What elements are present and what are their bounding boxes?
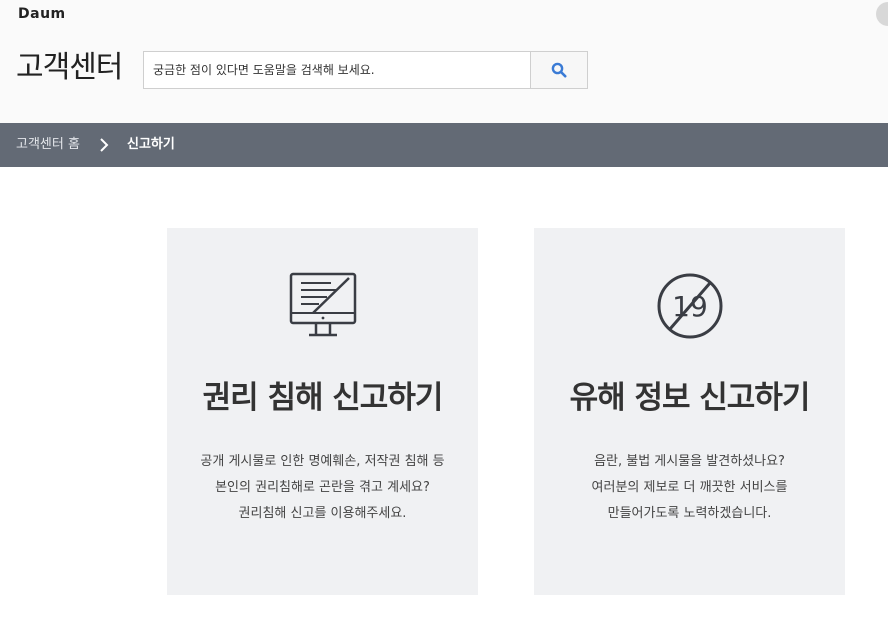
search-bar: [143, 51, 588, 89]
card-title: 유해 정보 신고하기: [569, 380, 811, 416]
search-icon: [551, 62, 567, 78]
rights-infringement-report-card[interactable]: 권리 침해 신고하기 공개 게시물로 인한 명예훼손, 저작권 침해 등 본인의…: [167, 228, 478, 595]
card-description-line: 만들어가도록 노력하겠습니다.: [607, 506, 772, 521]
harmful-content-report-card[interactable]: 19 유해 정보 신고하기 음란, 불법 게시물을 발견하셨나요? 여러분의 제…: [534, 228, 845, 595]
user-avatar[interactable]: [876, 2, 888, 26]
card-title: 권리 침해 신고하기: [202, 380, 444, 416]
chevron-right-icon: [100, 138, 109, 152]
header: Daum 고객센터: [0, 0, 888, 123]
card-description-line: 본인의 권리침해로 곤란을 겪고 계세요?: [215, 480, 430, 495]
breadcrumb: 고객센터 홈 신고하기: [0, 123, 888, 167]
breadcrumb-current: 신고하기: [127, 137, 175, 152]
page-title[interactable]: 고객센터: [16, 50, 123, 86]
card-description-line: 여러분의 제보로 더 깨끗한 서비스를: [591, 480, 788, 495]
daum-logo[interactable]: Daum: [18, 6, 66, 22]
monitor-report-icon: [289, 272, 357, 337]
card-description: 음란, 불법 게시물을 발견하셨나요? 여러분의 제보로 더 깨끗한 서비스를 …: [534, 449, 845, 527]
search-button[interactable]: [530, 52, 587, 88]
age-19-restricted-icon: 19: [657, 273, 723, 339]
breadcrumb-home-link[interactable]: 고객센터 홈: [16, 123, 80, 167]
card-description-line: 음란, 불법 게시물을 발견하셨나요?: [594, 454, 785, 469]
card-description: 공개 게시물로 인한 명예훼손, 저작권 침해 등 본인의 권리침해로 곤란을 …: [167, 449, 478, 527]
card-description-line: 공개 게시물로 인한 명예훼손, 저작권 침해 등: [200, 454, 445, 469]
search-input[interactable]: [144, 52, 532, 88]
card-description-line: 권리침해 신고를 이용해주세요.: [238, 506, 407, 521]
